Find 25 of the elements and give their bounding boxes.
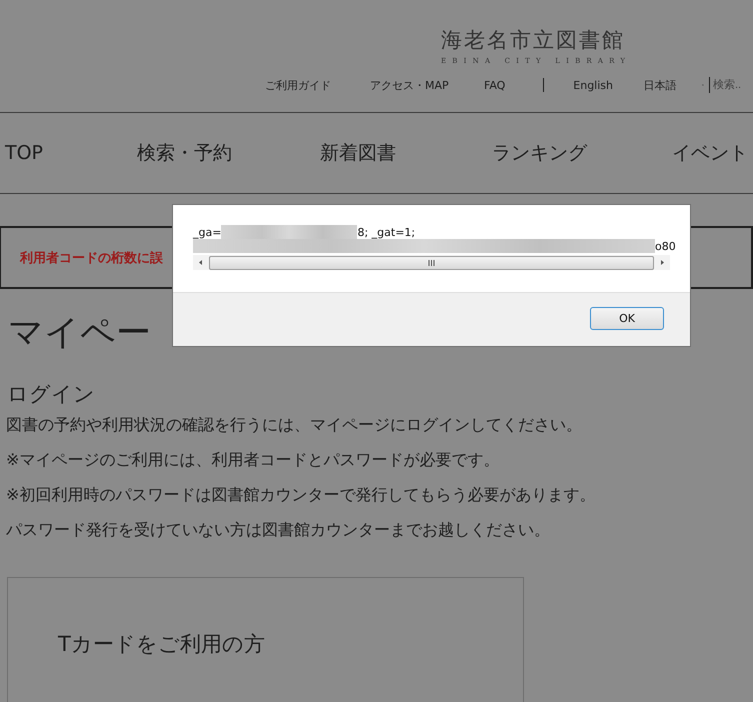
cookie-text: 8; _gat=1; [357, 226, 416, 238]
header-link[interactable]: FAQ [484, 78, 543, 92]
nav-item[interactable]: 検索・予約 [137, 140, 232, 166]
info-text: ※初回利用時のパスワードは図書館カウンターで発行してもらう必要があります。 [6, 484, 596, 506]
language-link[interactable]: English [573, 78, 644, 92]
info-text: 図書の予約や利用状況の確認を行うには、マイページにログインしてください。 [6, 414, 582, 436]
page-title: マイペー [8, 312, 151, 355]
header-link[interactable]: アクセス・MAP [370, 78, 484, 92]
ok-button[interactable]: OK [590, 307, 664, 330]
library-logo-title: 海老名市立図書館 [441, 27, 625, 54]
cookie-text: o80 [655, 240, 676, 252]
section-heading: ログイン [7, 381, 95, 408]
search-field[interactable]: 検索.. [713, 79, 753, 91]
error-message: 利用者コードの桁数に誤 [20, 250, 163, 266]
header-link[interactable]: ご利用ガイド [265, 78, 370, 92]
nav-item[interactable]: ランキング [492, 140, 587, 166]
grip-icon [428, 260, 435, 266]
nav-item[interactable]: TOP [5, 142, 44, 164]
info-text: パスワード発行を受けていない方は図書館カウンターまでお越しください。 [6, 519, 550, 541]
info-text: ※マイページのご利用には、利用者コードとパスワードが必要です。 [6, 449, 500, 471]
nav-item[interactable]: イベント [672, 140, 748, 166]
cookie-text: _ga= [193, 226, 222, 238]
card-heading: Tカードをご利用の方 [58, 632, 265, 656]
nav-item[interactable]: 新着図書 [320, 140, 396, 166]
language-link[interactable]: 日本語 [643, 78, 702, 92]
